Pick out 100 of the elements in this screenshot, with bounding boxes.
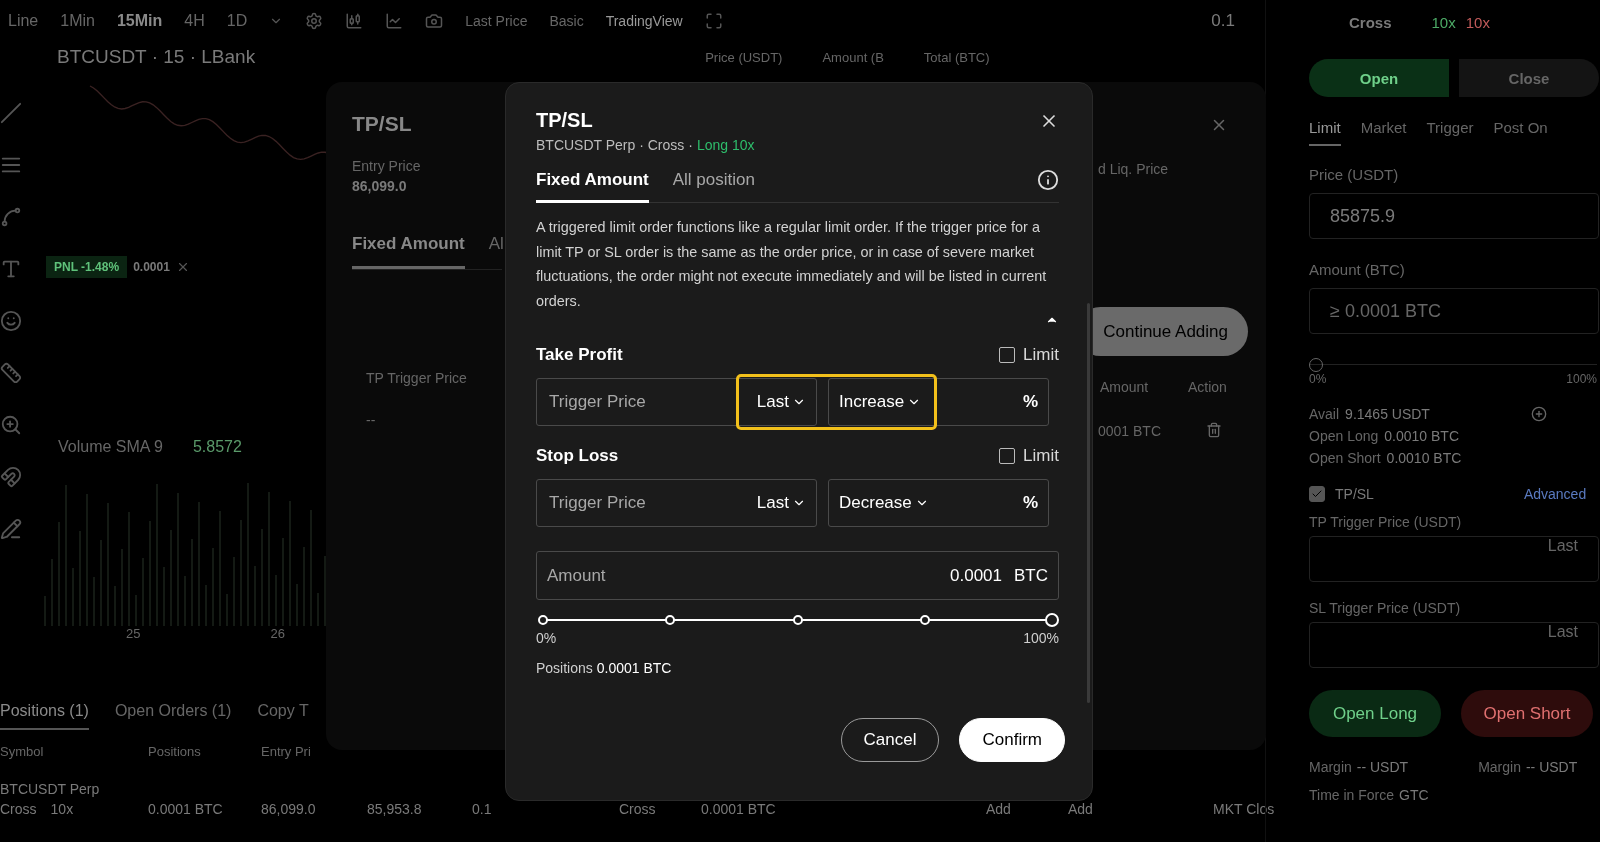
margin-mode: Cross: [0, 801, 37, 817]
timeframe-tab[interactable]: Line: [8, 12, 39, 30]
magnet-icon[interactable]: [0, 466, 22, 488]
stat-label: Margin: [1309, 759, 1352, 775]
change-field[interactable]: Decrease %: [828, 479, 1049, 527]
tab[interactable]: Fixed Amount: [352, 234, 465, 269]
trigger-price-field[interactable]: Trigger Price Last: [536, 479, 817, 527]
text-tool-icon[interactable]: [0, 258, 22, 280]
amount-value: 0.0001: [950, 565, 1002, 586]
price-source-dropdown[interactable]: Last Price: [465, 13, 528, 29]
positions-text: Positions 0.0001 BTC: [536, 660, 673, 676]
stat-label: Open Long: [1309, 428, 1379, 444]
table-cell-text: Cross: [619, 801, 657, 817]
camera-icon[interactable]: [425, 12, 444, 30]
position-side: Long 10x: [696, 137, 755, 153]
time-in-force-dropdown[interactable]: GTC: [1399, 787, 1429, 803]
change-field[interactable]: Increase %: [828, 378, 1049, 426]
mode-tab[interactable]: Fixed Amount: [536, 170, 649, 203]
trigger-price-field[interactable]: Trigger Price Last: [536, 378, 817, 426]
price-field[interactable]: 85875.9: [1309, 193, 1599, 239]
stat-value: -- USDT: [1356, 759, 1409, 775]
trigger-price-field[interactable]: Last: [1309, 536, 1599, 582]
stat-label: Time in Force: [1309, 787, 1395, 803]
add-icon[interactable]: [1530, 406, 1547, 422]
timeframe-tab[interactable]: 1Min: [60, 12, 95, 30]
table-cell-text: 86,099.0: [261, 801, 317, 817]
stat-label: Margin: [1478, 759, 1521, 775]
info-icon[interactable]: [1037, 169, 1059, 191]
leverage: 10x: [50, 801, 74, 817]
price-type-dropdown[interactable]: Last: [1547, 623, 1578, 641]
timeframe-tab[interactable]: 15Min: [116, 12, 163, 30]
stat-label: Open Short: [1309, 450, 1381, 466]
price-type-dropdown[interactable]: Last: [756, 493, 806, 513]
price-type-dropdown[interactable]: Last: [756, 392, 806, 412]
mode-tab[interactable]: All position: [672, 170, 755, 203]
slider-max-label: 100%: [1023, 630, 1059, 646]
line-tool-icon[interactable]: [0, 102, 22, 124]
fullscreen-icon[interactable]: [704, 12, 723, 30]
line-chart-icon[interactable]: [385, 12, 404, 30]
limit-checkbox[interactable]: Limit: [999, 345, 1059, 365]
ruler-icon[interactable]: [0, 362, 22, 384]
field-value: 86,099.0: [352, 178, 407, 194]
precision-dropdown[interactable]: 0.1: [1211, 11, 1235, 31]
table-cell-text: 0.0001 BTC: [148, 801, 224, 817]
slider-mark: [792, 615, 803, 625]
chart-symbol: BTCUSDT · 15 · LBank: [57, 46, 256, 68]
order-type-tab[interactable]: Market: [1360, 119, 1407, 146]
candlestick-icon[interactable]: [345, 12, 364, 30]
field-label: Price (USDT): [1309, 166, 1399, 183]
stat-value: 0.0010 BTC: [1384, 428, 1459, 444]
pencil-icon[interactable]: [0, 518, 22, 540]
pnl-label: PNL -1.48%: [46, 256, 128, 278]
amount-slider[interactable]: [536, 612, 1059, 628]
direction-dropdown[interactable]: Increase: [839, 392, 922, 412]
curve-tool-icon[interactable]: [0, 206, 22, 228]
unit-label: %: [1022, 493, 1038, 513]
view-tab[interactable]: TradingView: [605, 13, 683, 29]
emoji-icon[interactable]: [0, 310, 22, 332]
table-cell-text: 0.1: [472, 801, 493, 817]
settings-icon[interactable]: [305, 12, 324, 30]
zoom-in-icon[interactable]: [0, 414, 22, 436]
trigger-price-field[interactable]: Last: [1309, 622, 1599, 668]
order-type-tab[interactable]: Trigger: [1426, 119, 1474, 146]
timeframe-tab[interactable]: 1D: [226, 12, 248, 30]
stat-value: -- USDT: [1525, 759, 1578, 775]
checkbox[interactable]: [1309, 486, 1325, 502]
order-button[interactable]: Open Short: [1461, 690, 1593, 737]
direction-dropdown[interactable]: Decrease: [839, 493, 929, 513]
position-amount: 0.0001: [133, 260, 170, 274]
column-header: Action: [1188, 379, 1227, 395]
column-header: Amount (B: [822, 49, 884, 65]
tab[interactable]: Al: [488, 234, 504, 269]
dialog-title: TP/SL: [352, 112, 412, 136]
indicator-label: Volume SMA 9: [58, 438, 163, 456]
table-cell-text: Add: [1068, 801, 1094, 817]
confirm-button[interactable]: Confirm: [959, 718, 1065, 762]
positions-tab[interactable]: Open Orders (1): [114, 702, 232, 730]
timeframe-tab[interactable]: 4H: [184, 12, 205, 30]
limit-checkbox[interactable]: Limit: [999, 446, 1059, 466]
order-type-tab[interactable]: Limit: [1309, 119, 1341, 146]
margin-mode-dropdown[interactable]: Cross: [1349, 14, 1392, 31]
order-type-tab[interactable]: Post On: [1493, 119, 1548, 146]
side-tab[interactable]: Close: [1459, 59, 1599, 97]
trash-icon[interactable]: [1206, 422, 1222, 438]
column-header: Amount: [1100, 379, 1149, 395]
advanced-link[interactable]: Advanced: [1523, 486, 1587, 502]
field-label: Entry Price: [352, 158, 421, 174]
order-button[interactable]: Open Long: [1309, 690, 1441, 737]
side-tab[interactable]: Open: [1309, 59, 1449, 97]
column-header: Symbol: [0, 744, 45, 759]
price-type-dropdown[interactable]: Last: [1547, 537, 1578, 555]
amount-field[interactable]: ≥ 0.0001 BTC: [1309, 288, 1599, 334]
axis-label: 25: [126, 626, 141, 641]
positions-tab[interactable]: Copy T: [257, 702, 309, 730]
view-tab[interactable]: Basic: [549, 13, 584, 29]
positions-tab[interactable]: Positions (1): [0, 702, 89, 730]
column-header: Entry Pri: [261, 744, 312, 759]
slider-mark: [538, 615, 548, 625]
amount-field[interactable]: Amount 0.0001 BTC: [536, 551, 1059, 600]
table-cell-text: 0.0001 BTC: [701, 801, 777, 817]
